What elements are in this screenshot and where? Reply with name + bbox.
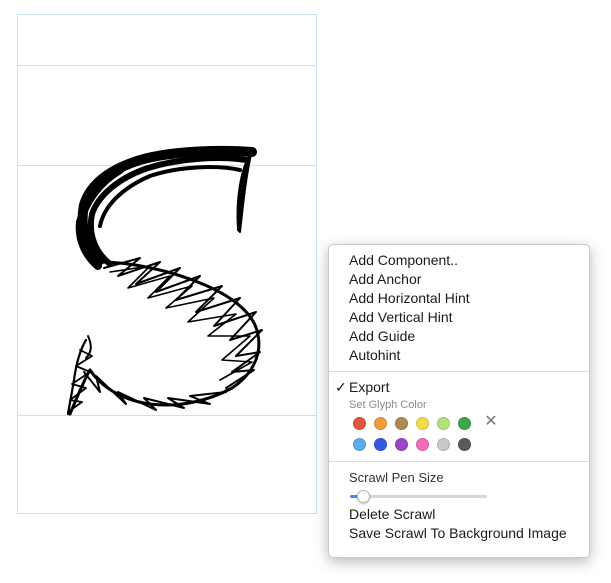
glyph-color-swatch[interactable] bbox=[353, 438, 366, 451]
slider-track bbox=[350, 495, 487, 498]
menu-separator bbox=[329, 371, 589, 372]
pen-size-label: Scrawl Pen Size bbox=[349, 470, 444, 485]
menu-item-export-label: Export bbox=[349, 379, 390, 395]
menu-item-add-guide[interactable]: Add Guide bbox=[329, 327, 589, 346]
menu-item-add-horizontal-hint[interactable]: Add Horizontal Hint bbox=[329, 289, 589, 308]
menu-item-delete-scrawl[interactable]: Delete Scrawl bbox=[329, 505, 589, 524]
glyph-color-swatch[interactable] bbox=[458, 417, 471, 430]
glyph-color-header: Set Glyph Color bbox=[349, 399, 427, 411]
glyph-color-swatch[interactable] bbox=[437, 417, 450, 430]
checkmark-icon: ✓ bbox=[335, 379, 347, 395]
menu-item-autohint[interactable]: Autohint bbox=[329, 346, 589, 365]
glyph-color-swatch[interactable] bbox=[416, 417, 429, 430]
glyph-color-swatch[interactable] bbox=[395, 417, 408, 430]
glyph-color-row-1: ✕ bbox=[353, 413, 589, 434]
slider-knob[interactable] bbox=[357, 490, 370, 503]
menu-item-add-anchor[interactable]: Add Anchor bbox=[329, 270, 589, 289]
menu-item-export[interactable]: ✓ Export bbox=[329, 378, 589, 397]
glyph-color-swatch[interactable] bbox=[395, 438, 408, 451]
pen-size-slider[interactable] bbox=[350, 487, 487, 505]
glyph-color-swatch[interactable] bbox=[416, 438, 429, 451]
glyph-color-swatch[interactable] bbox=[437, 438, 450, 451]
glyph-color-swatch[interactable] bbox=[374, 438, 387, 451]
glyph-color-swatch[interactable] bbox=[374, 417, 387, 430]
glyph-color-swatch[interactable] bbox=[353, 417, 366, 430]
menu-separator bbox=[329, 461, 589, 462]
menu-item-save-scrawl-background[interactable]: Save Scrawl To Background Image bbox=[329, 524, 589, 543]
menu-item-add-vertical-hint[interactable]: Add Vertical Hint bbox=[329, 308, 589, 327]
glyph-color-swatch[interactable] bbox=[458, 438, 471, 451]
close-icon[interactable]: ✕ bbox=[483, 414, 499, 430]
glyph-color-row-2 bbox=[353, 434, 589, 455]
glyph-context-menu: Add Component.. Add Anchor Add Horizonta… bbox=[328, 244, 590, 558]
menu-item-add-component[interactable]: Add Component.. bbox=[329, 251, 589, 270]
